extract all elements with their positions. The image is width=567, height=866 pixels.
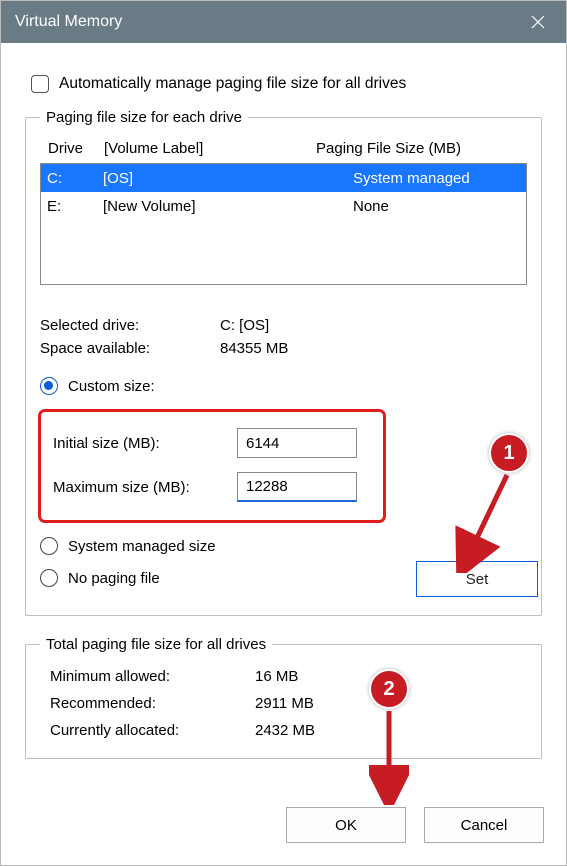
cell-label: [New Volume] [103,198,353,215]
current-alloc-label: Currently allocated: [40,722,255,739]
recommended-value: 2911 MB [255,695,314,712]
col-size: Paging File Size (MB) [316,140,525,157]
set-button[interactable]: Set [416,561,538,597]
auto-manage-label: Automatically manage paging file size fo… [59,75,406,93]
drive-list[interactable]: C: [OS] System managed E: [New Volume] N… [40,163,527,285]
cancel-button[interactable]: Cancel [424,807,544,843]
col-drive: Drive [48,140,104,157]
highlight-frame: Initial size (MB): Maximum size (MB): [38,409,386,523]
cell-size: System managed [353,170,526,187]
cell-drive: E: [47,198,103,215]
annotation-badge-1: 1 [489,433,529,473]
drive-list-header: Drive [Volume Label] Paging File Size (M… [40,136,527,163]
paging-per-drive-group: Paging file size for each drive Drive [V… [25,109,542,616]
maximum-size-label: Maximum size (MB): [53,479,237,496]
radio-custom-label: Custom size: [68,378,155,395]
radio-no-paging[interactable] [40,569,58,587]
totals-group: Total paging file size for all drives Mi… [25,636,542,759]
virtual-memory-dialog: Virtual Memory Automatically manage pagi… [0,0,567,866]
ok-button[interactable]: OK [286,807,406,843]
min-allowed-label: Minimum allowed: [40,668,255,685]
auto-manage-checkbox[interactable] [31,75,49,93]
table-row[interactable]: E: [New Volume] None [41,192,526,220]
window-title: Virtual Memory [15,13,524,31]
space-available-value: 84355 MB [220,340,288,357]
group2-legend: Total paging file size for all drives [40,636,272,653]
cell-drive: C: [47,170,103,187]
radio-system-label: System managed size [68,538,216,555]
selected-drive-value: C: [OS] [220,317,269,334]
selected-drive-label: Selected drive: [40,317,220,334]
radio-none-label: No paging file [68,570,160,587]
initial-size-label: Initial size (MB): [53,435,237,452]
maximum-size-input[interactable] [237,472,357,502]
initial-size-input[interactable] [237,428,357,458]
radio-custom-size[interactable] [40,377,58,395]
close-icon[interactable] [524,8,552,36]
table-row[interactable]: C: [OS] System managed [41,164,526,192]
min-allowed-value: 16 MB [255,668,298,685]
group1-legend: Paging file size for each drive [40,109,248,126]
annotation-badge-2: 2 [369,669,409,709]
recommended-label: Recommended: [40,695,255,712]
space-available-label: Space available: [40,340,220,357]
current-alloc-value: 2432 MB [255,722,315,739]
cell-size: None [353,198,526,215]
radio-system-managed[interactable] [40,537,58,555]
col-volume: [Volume Label] [104,140,316,157]
cell-label: [OS] [103,170,353,187]
titlebar: Virtual Memory [1,1,566,43]
